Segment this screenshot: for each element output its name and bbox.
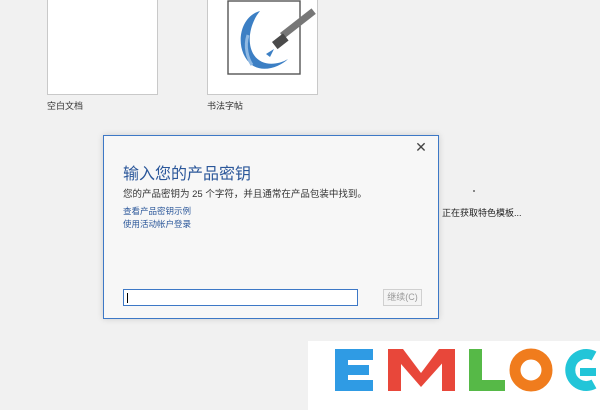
text-caret [127, 293, 128, 303]
calligraphy-template[interactable] [207, 0, 318, 95]
blank-document-label: 空白文档 [47, 101, 84, 111]
product-key-input[interactable] [123, 289, 358, 306]
loading-dot-icon [473, 190, 475, 192]
close-icon[interactable]: ✕ [414, 140, 428, 154]
calligraphy-icon [227, 0, 316, 75]
dialog-title: 输入您的产品密钥 [123, 166, 252, 183]
emlog-watermark [308, 341, 600, 410]
view-key-example-link[interactable]: 查看产品密钥示例 [123, 205, 191, 217]
continue-button[interactable]: 继续(C) [383, 289, 422, 306]
loading-status-text: 正在获取特色模板... [442, 208, 522, 218]
sign-in-account-link[interactable]: 使用活动帐户登录 [123, 218, 191, 230]
product-key-dialog: ✕ 输入您的产品密钥 您的产品密钥为 25 个字符，并且通常在产品包装中找到。 … [103, 135, 439, 319]
emlog-logo-icon [335, 348, 597, 392]
dialog-description: 您的产品密钥为 25 个字符，并且通常在产品包装中找到。 [123, 189, 367, 200]
blank-document-template[interactable] [47, 0, 158, 95]
calligraphy-label: 书法字帖 [207, 101, 244, 111]
